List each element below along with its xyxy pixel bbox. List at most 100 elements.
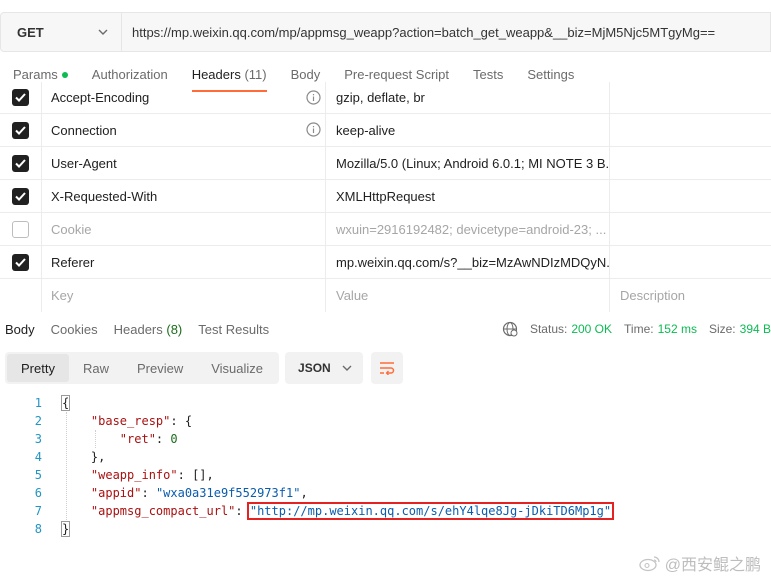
line-number: 4	[34, 450, 42, 464]
checkmark-icon	[15, 93, 26, 102]
header-enabled-checkbox[interactable]	[12, 220, 29, 238]
format-select[interactable]: JSON	[285, 352, 364, 384]
tab-headers-label: Headers	[191, 67, 241, 82]
response-status: Status: 200 OK Time: 152 ms Size: 394 B	[502, 318, 771, 340]
header-description[interactable]	[610, 82, 771, 113]
view-pretty-button[interactable]: Pretty	[7, 354, 69, 382]
line-number: 7	[34, 504, 42, 518]
json-key: "appmsg_compact_url"	[90, 504, 236, 518]
checkmark-icon	[15, 125, 26, 135]
info-icon[interactable]	[306, 89, 321, 105]
response-tab-test-results[interactable]: Test Results	[190, 322, 277, 337]
header-key[interactable]: Referer	[42, 246, 326, 278]
response-tab-body[interactable]: Body	[0, 322, 43, 337]
header-description[interactable]	[610, 246, 771, 278]
tab-params-label: Params	[13, 67, 58, 82]
header-value[interactable]: gzip, deflate, br	[326, 82, 610, 113]
header-key[interactable]: X-Requested-With	[42, 180, 326, 212]
headers-table: Accept-Encoding gzip, deflate, br Connec…	[0, 82, 771, 312]
watermark: @西安鲲之鹏	[639, 551, 761, 575]
code-line: 7 "appmsg_compact_url": "http://mp.weixi…	[0, 502, 771, 520]
line-number: 1	[34, 396, 42, 410]
size-value[interactable]: 394 B	[740, 322, 771, 336]
status-value[interactable]: 200 OK	[571, 322, 612, 336]
header-enabled-checkbox[interactable]	[12, 121, 29, 139]
header-key[interactable]: Accept-Encoding	[42, 82, 326, 113]
header-key[interactable]: Cookie	[42, 213, 326, 245]
response-tab-body-label: Body	[5, 321, 35, 337]
response-tab-cookies[interactable]: Cookies	[43, 322, 106, 337]
view-mode-segment: Pretty Raw Preview Visualize	[5, 352, 280, 384]
tab-body-label: Body	[290, 67, 321, 82]
header-description[interactable]	[610, 114, 771, 146]
new-header-value-input[interactable]: Value	[326, 279, 610, 312]
table-row: User-Agent Mozilla/5.0 (Linux; Android 6…	[0, 147, 771, 180]
response-tab-headers[interactable]: Headers (8)	[106, 322, 191, 337]
table-row: Accept-Encoding gzip, deflate, br	[0, 82, 771, 114]
json-key: "base_resp"	[90, 414, 171, 428]
new-header-key-input[interactable]: Key	[42, 279, 326, 312]
header-value[interactable]: wxuin=2916192482; devicetype=android-23;…	[326, 213, 610, 245]
time-value[interactable]: 152 ms	[658, 322, 697, 336]
header-key[interactable]: Connection	[42, 114, 326, 146]
method-select[interactable]: GET	[0, 12, 122, 52]
header-enabled-checkbox[interactable]	[12, 154, 29, 172]
table-row: Cookie wxuin=2916192482; devicetype=andr…	[0, 213, 771, 246]
header-value[interactable]: mp.weixin.qq.com/s?__biz=MzAwNDIzMDQyN..…	[326, 246, 610, 278]
response-tab-headers-label: Headers	[113, 321, 163, 337]
size-label: Size:	[708, 322, 736, 336]
code-line: 5 "weapp_info": [],	[0, 466, 771, 484]
method-label: GET	[17, 24, 44, 40]
table-row: X-Requested-With XMLHttpRequest	[0, 180, 771, 213]
header-description[interactable]	[610, 180, 771, 212]
info-icon[interactable]	[306, 122, 321, 137]
json-url-link[interactable]: "http://mp.weixin.qq.com/s/ehY4lqe8Jg-jD…	[246, 502, 615, 520]
url-input[interactable]: https://mp.weixin.qq.com/mp/appmsg_weapp…	[122, 12, 771, 52]
json-key: "ret"	[119, 432, 156, 446]
line-number: 3	[34, 432, 42, 446]
json-string: "wxa0a31e9f552973f1"	[155, 486, 301, 500]
chevron-down-icon	[342, 365, 352, 371]
chevron-down-icon	[98, 29, 108, 35]
response-body-editor[interactable]: 1 { 2 "base_resp": { 3 "ret": 0 4 }, 5 "…	[0, 394, 771, 538]
header-value[interactable]: XMLHttpRequest	[326, 180, 610, 212]
header-value[interactable]: keep-alive	[326, 114, 610, 146]
new-header-description-input[interactable]: Description	[610, 279, 771, 312]
header-value[interactable]: Mozilla/5.0 (Linux; Android 6.0.1; MI NO…	[326, 147, 610, 179]
code-line: 2 "base_resp": {	[0, 412, 771, 430]
code-line: 1 {	[0, 394, 771, 412]
json-open-brace: {	[60, 395, 71, 411]
tab-authorization-label: Authorization	[91, 67, 168, 82]
tab-pre-request-script-label: Pre-request Script	[344, 67, 450, 82]
table-row-new: Key Value Description	[0, 279, 771, 312]
json-array: []	[192, 468, 207, 482]
code-line: 4 },	[0, 448, 771, 466]
view-preview-button[interactable]: Preview	[123, 354, 197, 382]
watermark-text: @西安鲲之鹏	[664, 557, 761, 574]
header-enabled-checkbox[interactable]	[12, 253, 29, 271]
header-key[interactable]: User-Agent	[42, 147, 326, 179]
wrap-lines-button[interactable]	[371, 352, 404, 384]
globe-icon[interactable]	[502, 321, 518, 337]
json-close-brace: }	[60, 521, 71, 537]
time-label: Time:	[624, 322, 654, 336]
params-indicator-dot	[61, 72, 68, 78]
code-line: 3 "ret": 0	[0, 430, 771, 448]
checkmark-icon	[15, 158, 26, 168]
request-url-bar: GET https://mp.weixin.qq.com/mp/appmsg_w…	[0, 12, 771, 52]
tab-settings-label: Settings	[527, 67, 575, 82]
view-raw-button[interactable]: Raw	[69, 354, 123, 382]
view-visualize-button[interactable]: Visualize	[197, 354, 277, 382]
header-description[interactable]	[610, 213, 771, 245]
response-tab-headers-count: (8)	[166, 321, 183, 337]
response-tab-test-results-label: Test Results	[198, 321, 270, 337]
header-enabled-checkbox[interactable]	[12, 187, 29, 205]
response-view-toolbar: Pretty Raw Preview Visualize JSON	[5, 352, 404, 384]
header-description[interactable]	[610, 147, 771, 179]
response-tab-cookies-label: Cookies	[50, 321, 98, 337]
checkmark-icon	[15, 191, 26, 201]
table-row: Referer mp.weixin.qq.com/s?__biz=MzAwNDI…	[0, 246, 771, 279]
line-number: 6	[34, 486, 42, 500]
code-line: 8 }	[0, 520, 771, 538]
header-enabled-checkbox[interactable]	[12, 89, 29, 106]
